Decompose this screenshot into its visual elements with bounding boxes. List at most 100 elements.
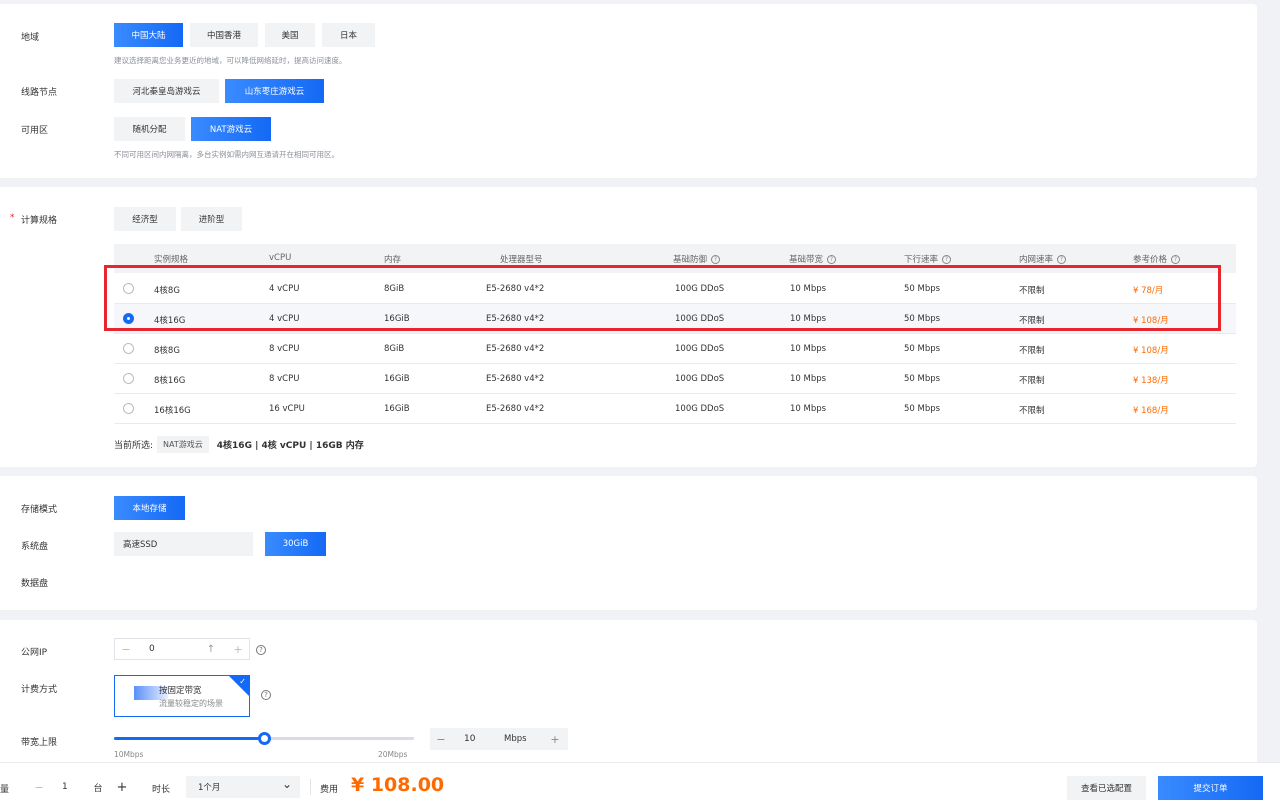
radio-button[interactable] [123,373,134,384]
billing-label: 计费方式 [21,685,58,695]
spec-label: 计算规格 [21,216,58,226]
table-cell: 16核16G [154,406,191,416]
region-option-hongkong[interactable]: 中国香港 [190,23,258,47]
highlight-box [104,265,1221,331]
table-cell: 8GiB [384,344,405,354]
col-spec: 实例规格 [154,255,189,265]
slider-fill [114,737,264,740]
quantity-label: 量 [0,785,10,795]
radio-button[interactable] [123,403,134,414]
table-row[interactable]: 16核16G 16 vCPU 16GiB E5-2680 v4*2 100G DDoS 1… [114,394,1236,424]
quantity-unit: 台 [93,783,103,794]
zone-hint: 不同可用区间内网隔离，多台实例如需内网互通请开在相同可用区。 [114,150,339,159]
spec-type-advanced[interactable]: 进阶型 [181,207,242,231]
fee-value: ¥ 108.00 [351,774,445,796]
public-ip-value[interactable]: 0 [137,644,195,654]
public-ip-stepper: − 0 ↑ + [114,638,250,660]
plus-button[interactable]: + [227,643,249,656]
bandwidth-value[interactable]: 10 [452,734,504,744]
duration-value: 1个月 [198,783,221,793]
slider-thumb[interactable] [258,732,271,745]
minus-button[interactable]: − [28,781,50,794]
system-disk-type[interactable]: 高速SSD [114,532,253,556]
table-cell: ¥ 138/月 [1133,376,1169,386]
help-icon[interactable]: ? [261,690,271,700]
submit-order-button[interactable]: 提交订单 [1158,776,1263,800]
help-icon[interactable]: ? [711,255,721,264]
system-disk-label: 系统盘 [21,542,49,552]
region-label: 地域 [21,33,40,43]
data-disk-label: 数据盘 [21,579,49,589]
public-ip-label: 公网IP [21,648,48,658]
col-bandwidth: 基础带宽? [789,253,837,265]
table-cell: 50 Mbps [904,404,941,414]
zone-option-random[interactable]: 随机分配 [114,117,185,141]
table-cell: 16GiB [384,374,410,384]
table-cell: 不限制 [1019,376,1045,386]
bottom-bar: 量 − 1 台 + 时长 1个月 ⌄ 费用 ¥ 108.00 查看已选配置 提交… [0,762,1280,808]
duration-label: 时长 [152,785,171,795]
divider [310,779,311,795]
billing-desc: 流量较稳定的场景 [159,699,223,708]
help-icon[interactable]: ? [1171,255,1181,264]
minus-button[interactable]: − [115,643,137,656]
arrow-up-icon[interactable]: ↑ [195,644,227,655]
region-hint: 建议选择距离您业务更近的地域，可以降低网络延时，提高访问速度。 [114,56,347,65]
plus-button[interactable]: + [111,780,133,795]
system-disk-size[interactable]: 30GiB [265,532,326,556]
quantity-stepper: − 1 台 + [28,776,141,798]
radio-button[interactable] [123,343,134,354]
view-config-button[interactable]: 查看已选配置 [1067,776,1146,800]
col-memory: 内存 [384,255,402,265]
node-option-shandong[interactable]: 山东枣庄游戏云 [225,79,324,103]
help-icon[interactable]: ? [1057,255,1067,264]
table-cell: 16GiB [384,404,410,414]
billing-option-fixed-bandwidth[interactable]: ✓ 按固定带宽 流量较稳定的场景 [114,675,250,717]
table-cell: 8核8G [154,346,180,356]
zone-label: 可用区 [21,126,49,136]
table-cell: 8 vCPU [269,374,300,384]
duration-select[interactable]: 1个月 ⌄ [186,776,300,798]
table-row[interactable]: 8核16G 8 vCPU 16GiB E5-2680 v4*2 100G DDoS 10 … [114,364,1236,394]
help-icon[interactable]: ? [256,645,266,655]
table-cell: 100G DDoS [675,344,725,354]
table-cell: 10 Mbps [790,344,827,354]
node-option-hebei[interactable]: 河北秦皇岛游戏云 [114,79,219,103]
storage-mode-label: 存储模式 [21,505,58,515]
help-icon[interactable]: ? [942,255,952,264]
slider-min-label: 10Mbps [114,750,144,759]
table-cell: 不限制 [1019,346,1045,356]
region-option-mainland[interactable]: 中国大陆 [114,23,183,47]
table-row[interactable]: 8核8G 8 vCPU 8GiB E5-2680 v4*2 100G DDoS 10 Mb… [114,334,1236,364]
region-option-japan[interactable]: 日本 [322,23,375,47]
table-cell: E5-2680 v4*2 [486,404,545,414]
minus-button[interactable]: − [430,733,452,746]
billing-title: 按固定带宽 [159,686,202,696]
bandwidth-label: 带宽上限 [21,738,58,748]
col-vcpu: vCPU [269,253,292,263]
region-option-usa[interactable]: 美国 [265,23,315,47]
table-cell: E5-2680 v4*2 [486,374,545,384]
bandwidth-slider[interactable] [114,732,414,745]
col-price: 参考价格? [1133,253,1181,265]
node-label: 线路节点 [21,88,58,98]
current-selection: 当前所选: NAT游戏云 4核16G | 4核 vCPU | 16GB 内存 [114,436,364,453]
help-icon[interactable]: ? [827,255,837,264]
zone-option-nat[interactable]: NAT游戏云 [191,117,271,141]
table-cell: 50 Mbps [904,344,941,354]
plus-button[interactable]: + [544,733,566,746]
col-cpu-model: 处理器型号 [500,255,543,265]
table-cell: 100G DDoS [675,374,725,384]
bandwidth-unit: Mbps [504,734,527,744]
col-defense: 基础防御? [673,253,721,265]
spec-type-economy[interactable]: 经济型 [114,207,176,231]
check-icon: ✓ [239,677,246,686]
table-cell: ¥ 108/月 [1133,346,1169,356]
storage-mode-local[interactable]: 本地存储 [114,496,185,520]
quantity-value[interactable]: 1 [50,782,85,792]
table-cell: 不限制 [1019,406,1045,416]
bandwidth-stepper: − 10 Mbps + [430,728,568,750]
table-cell: 10 Mbps [790,404,827,414]
table-cell: 100G DDoS [675,404,725,414]
col-downlink: 下行速率? [904,253,952,265]
